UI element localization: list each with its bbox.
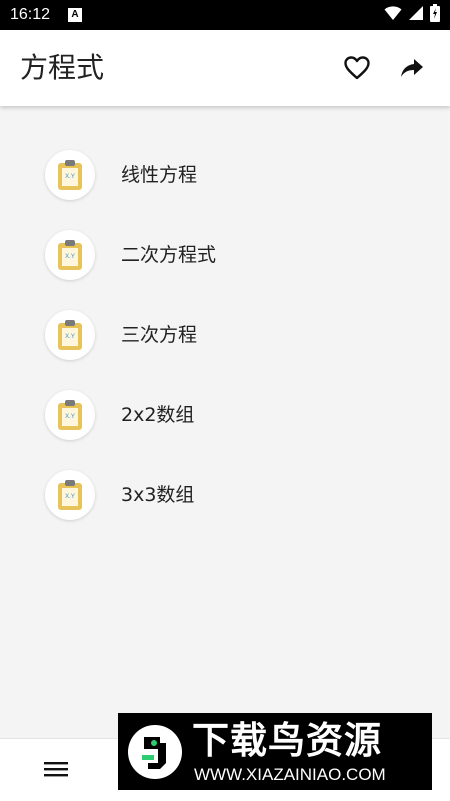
app-bar: 方程式 bbox=[0, 30, 450, 106]
list-item-label: 3x3数组 bbox=[121, 484, 195, 506]
status-time: 16:12 bbox=[10, 6, 51, 23]
wifi-icon bbox=[384, 5, 402, 25]
equation-list: X.Y 线性方程 X.Y 二次方程式 X.Y 三次方程 X.Y 2x2数组 X.… bbox=[0, 135, 450, 535]
list-item-label: 2x2数组 bbox=[121, 404, 195, 426]
clipboard-xy-icon: X.Y bbox=[45, 310, 95, 360]
list-item-linear[interactable]: X.Y 线性方程 bbox=[0, 135, 450, 215]
list-item-3x3-array[interactable]: X.Y 3x3数组 bbox=[0, 455, 450, 535]
list-item-label: 线性方程 bbox=[121, 164, 198, 186]
share-button[interactable] bbox=[396, 52, 428, 84]
svg-text:X.Y: X.Y bbox=[65, 334, 75, 340]
favorite-button[interactable] bbox=[341, 52, 373, 84]
signal-icon bbox=[408, 5, 424, 25]
menu-button[interactable] bbox=[42, 757, 70, 781]
watermark: 下载鸟资源 WWW.XIAZAINIAO.COM bbox=[118, 713, 432, 790]
heart-outline-icon bbox=[344, 56, 370, 80]
battery-icon bbox=[430, 4, 440, 26]
share-arrow-icon bbox=[401, 59, 423, 77]
svg-text:X.Y: X.Y bbox=[65, 254, 75, 260]
a-notification-icon: A bbox=[68, 8, 82, 22]
status-icons bbox=[384, 4, 440, 26]
list-item-label: 二次方程式 bbox=[121, 244, 217, 266]
list-item-cubic[interactable]: X.Y 三次方程 bbox=[0, 295, 450, 375]
list-item-label: 三次方程 bbox=[121, 324, 198, 346]
watermark-title: 下载鸟资源 bbox=[192, 719, 382, 762]
svg-text:X.Y: X.Y bbox=[65, 414, 75, 420]
page-title: 方程式 bbox=[20, 51, 105, 84]
clipboard-xy-icon: X.Y bbox=[45, 470, 95, 520]
list-item-2x2-array[interactable]: X.Y 2x2数组 bbox=[0, 375, 450, 455]
clipboard-xy-icon: X.Y bbox=[45, 390, 95, 440]
clipboard-xy-icon: X.Y bbox=[45, 150, 95, 200]
clipboard-xy-icon: X.Y bbox=[45, 230, 95, 280]
watermark-url: WWW.XIAZAINIAO.COM bbox=[194, 765, 386, 784]
hamburger-menu-icon bbox=[44, 762, 68, 777]
status-bar: 16:12 A bbox=[0, 0, 450, 30]
bird-logo-icon bbox=[128, 725, 182, 779]
svg-text:X.Y: X.Y bbox=[65, 174, 75, 180]
svg-text:X.Y: X.Y bbox=[65, 494, 75, 500]
list-item-quadratic[interactable]: X.Y 二次方程式 bbox=[0, 215, 450, 295]
